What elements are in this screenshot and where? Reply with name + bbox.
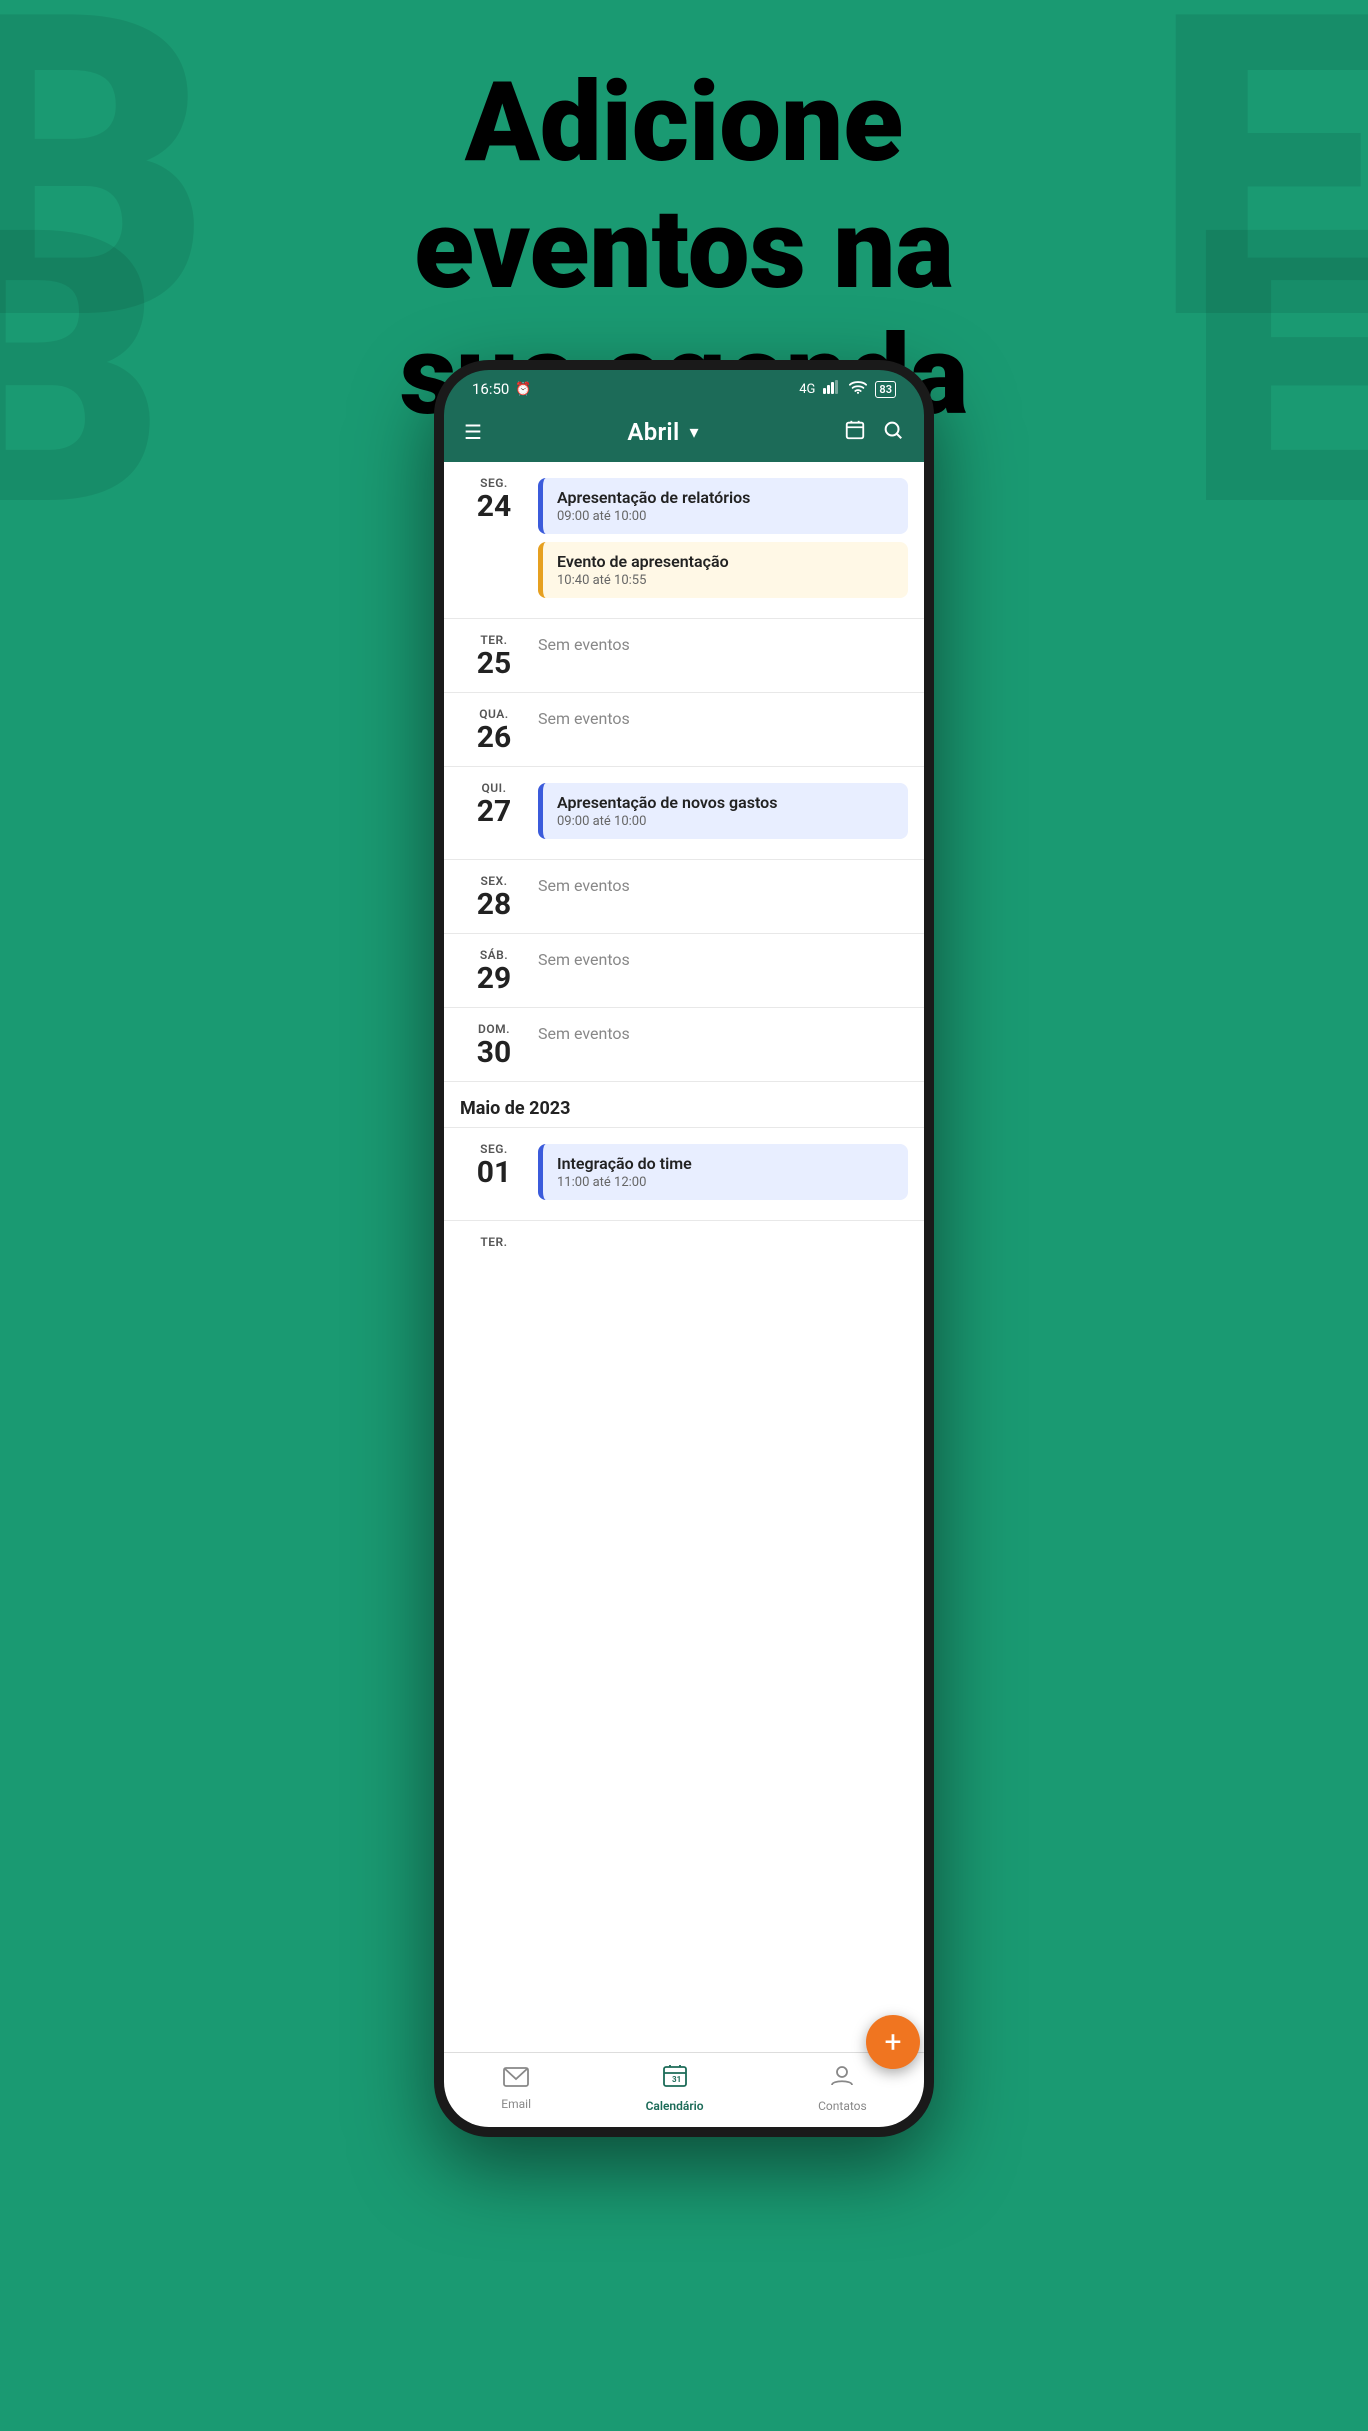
day-row-ter-partial: TER.: [444, 1221, 924, 1281]
day-label-ter-partial: TER.: [460, 1233, 528, 1249]
search-icon[interactable]: [882, 419, 904, 445]
phone-mockup: 16:50 ⏰ 4G: [434, 360, 934, 2137]
phone-frame: 16:50 ⏰ 4G: [434, 360, 934, 2137]
events-sab-29: Sem eventos: [528, 946, 908, 969]
no-events-label: Sem eventos: [538, 942, 630, 969]
fab-plus-icon: +: [884, 2025, 901, 2060]
status-right: 4G: [799, 380, 896, 398]
event-card-relatorios[interactable]: Apresentação de relatórios 09:00 até 10:…: [538, 478, 908, 534]
day-row-ter-25: TER. 25 Sem eventos: [444, 619, 924, 693]
wifi-icon: [849, 380, 867, 398]
event-title: Evento de apresentação: [557, 552, 894, 571]
alarm-icon: ⏰: [515, 382, 531, 397]
header-action-icons: [844, 419, 904, 445]
calendar-nav-label: Calendário: [646, 2099, 704, 2113]
signal-text: 4G: [799, 382, 815, 397]
day-row-sex-28: SEX. 28 Sem eventos: [444, 860, 924, 934]
events-sex-28: Sem eventos: [528, 872, 908, 895]
calendar-body: SEG. 24 Apresentação de relatórios 09:00…: [444, 462, 924, 2062]
app-header: ☰ Abril ▾: [444, 406, 924, 462]
day-label-28: SEX. 28: [460, 872, 528, 921]
day-row-dom-30: DOM. 30 Sem eventos: [444, 1008, 924, 1082]
event-card-gastos[interactable]: Apresentação de novos gastos 09:00 até 1…: [538, 783, 908, 839]
dropdown-icon[interactable]: ▾: [690, 422, 699, 443]
events-seg-24: Apresentação de relatórios 09:00 até 10:…: [528, 474, 908, 606]
day-label-30: DOM. 30: [460, 1020, 528, 1069]
day-row-seg-01: SEG. 01 Integração do time 11:00 até 12:…: [444, 1128, 924, 1221]
day-label-26: QUA. 26: [460, 705, 528, 754]
email-nav-label: Email: [501, 2097, 531, 2111]
no-events-label: Sem eventos: [538, 868, 630, 895]
contacts-icon: [829, 2063, 855, 2095]
day-label-01: SEG. 01: [460, 1140, 528, 1189]
status-left: 16:50 ⏰: [472, 380, 532, 398]
no-events-label: Sem eventos: [538, 627, 630, 654]
event-time: 10:40 até 10:55: [557, 573, 894, 588]
contacts-nav-label: Contatos: [818, 2099, 867, 2113]
svg-text:31: 31: [672, 2075, 681, 2084]
events-dom-30: Sem eventos: [528, 1020, 908, 1043]
events-ter-partial: [528, 1233, 908, 1237]
day-row-qua-26: QUA. 26 Sem eventos: [444, 693, 924, 767]
month-title: Abril: [627, 418, 679, 446]
hamburger-icon[interactable]: ☰: [464, 420, 482, 444]
no-events-label: Sem eventos: [538, 701, 630, 728]
event-time: 09:00 até 10:00: [557, 509, 894, 524]
day-label-27: QUI. 27: [460, 779, 528, 828]
event-time: 09:00 até 10:00: [557, 814, 894, 829]
day-row-seg-24: SEG. 24 Apresentação de relatórios 09:00…: [444, 462, 924, 619]
event-title: Apresentação de relatórios: [557, 488, 894, 507]
day-row-sab-29: SÁB. 29 Sem eventos: [444, 934, 924, 1008]
events-ter-25: Sem eventos: [528, 631, 908, 654]
status-bar: 16:50 ⏰ 4G: [444, 370, 924, 406]
day-label-29: SÁB. 29: [460, 946, 528, 995]
signal-bars-icon: [823, 380, 841, 398]
fab-button-overlay[interactable]: +: [866, 2015, 920, 2069]
event-title: Integração do time: [557, 1154, 894, 1173]
clock-time: 16:50: [472, 380, 509, 398]
day-row-qui-27: QUI. 27 Apresentação de novos gastos 09:…: [444, 767, 924, 860]
bottom-navigation: Email 31 Calendário: [444, 2052, 924, 2127]
event-card-apresentacao[interactable]: Evento de apresentação 10:40 até 10:55: [538, 542, 908, 598]
event-time: 11:00 até 12:00: [557, 1175, 894, 1190]
event-title: Apresentação de novos gastos: [557, 793, 894, 812]
events-qui-27: Apresentação de novos gastos 09:00 até 1…: [528, 779, 908, 847]
nav-calendar[interactable]: 31 Calendário: [646, 2063, 704, 2113]
nav-contacts[interactable]: Contatos: [818, 2063, 867, 2113]
event-card-integracao[interactable]: Integração do time 11:00 até 12:00: [538, 1144, 908, 1200]
events-seg-01: Integração do time 11:00 até 12:00: [528, 1140, 908, 1208]
calendar-nav-icon: 31: [662, 2063, 688, 2095]
nav-email[interactable]: Email: [501, 2065, 531, 2111]
day-label-25: TER. 25: [460, 631, 528, 680]
events-qua-26: Sem eventos: [528, 705, 908, 728]
day-label-24: SEG. 24: [460, 474, 528, 523]
battery-indicator: 83: [875, 381, 896, 398]
month-header-maio: Maio de 2023: [444, 1082, 924, 1128]
email-icon: [503, 2065, 529, 2093]
no-events-label: Sem eventos: [538, 1016, 630, 1043]
calendar-grid-icon[interactable]: [844, 419, 866, 445]
